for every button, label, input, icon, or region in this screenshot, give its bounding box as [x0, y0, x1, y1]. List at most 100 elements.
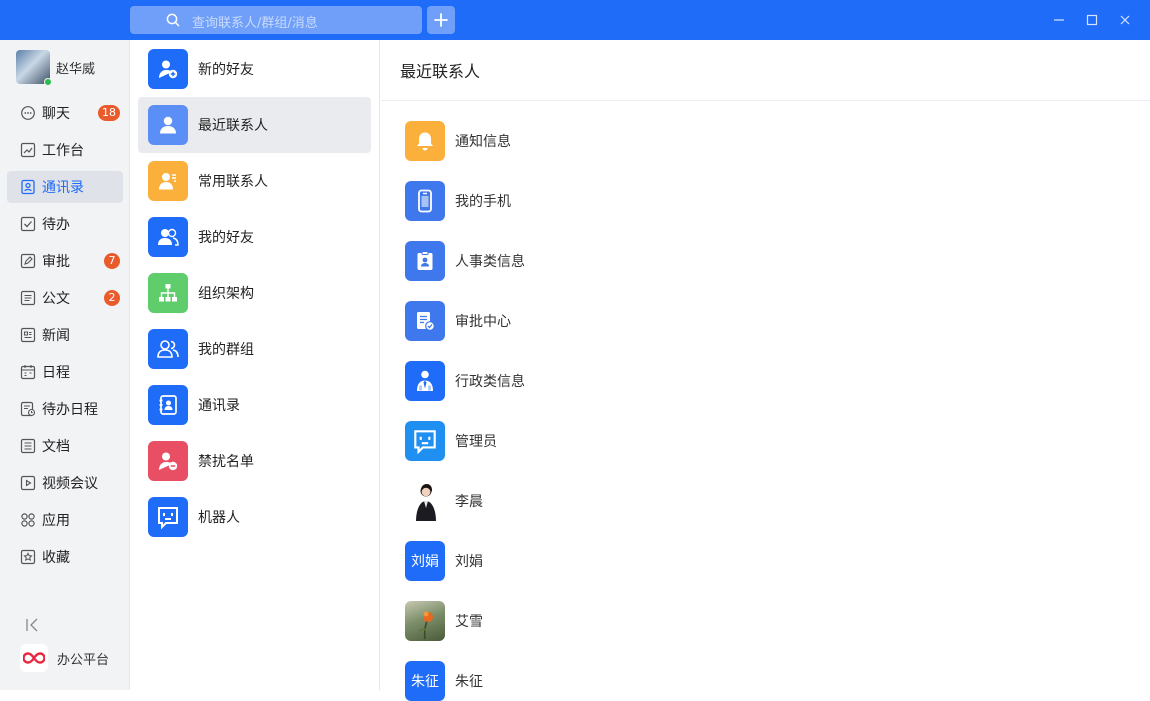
- sidebar-item-label: 通讯录: [42, 180, 84, 196]
- contact-name: 刘娟: [455, 554, 483, 570]
- menu-item-label: 新的好友: [198, 62, 254, 78]
- contacts-icon: [21, 179, 35, 195]
- sidebar-item-label: 待办: [42, 217, 70, 233]
- sidebar-item-document[interactable]: 公文 2: [7, 282, 123, 314]
- menu-item-new-friends[interactable]: 新的好友: [138, 41, 371, 97]
- user-name: 赵华威: [56, 61, 96, 77]
- contact-name: 朱征: [455, 674, 483, 690]
- menu-item-label: 最近联系人: [198, 118, 268, 134]
- sidebar-item-calendar[interactable]: 日程: [7, 356, 123, 388]
- search-placeholder: 查询联系人/群组/消息: [192, 16, 318, 31]
- menu-item-label: 通讯录: [198, 398, 240, 414]
- contact-item-liu-juan[interactable]: 刘娟 刘娟: [405, 541, 483, 581]
- contacts-menu: 新的好友 最近联系人 常用联系人 我的好友 组织架构 我的群组 通讯录 禁扰名单…: [130, 40, 380, 690]
- avatar-text: 刘娟: [411, 554, 439, 570]
- sidebar-item-label: 工作台: [42, 143, 84, 159]
- office-platform-button[interactable]: 办公平台: [20, 644, 109, 672]
- robot-icon: [405, 421, 445, 461]
- sidebar-item-label: 文档: [42, 439, 70, 455]
- sidebar-item-docs[interactable]: 文档: [7, 430, 123, 462]
- sidebar-item-apps[interactable]: 应用: [7, 504, 123, 536]
- blocked-icon: [148, 441, 188, 481]
- sidebar-item-label: 审批: [42, 254, 70, 270]
- sidebar-item-label: 应用: [42, 513, 70, 529]
- recent-contacts-panel: 最近联系人 通知信息 我的手机 人事类信息 审批中心 行政类信息 管理员 李晨 …: [381, 40, 1150, 701]
- menu-item-label: 机器人: [198, 510, 240, 526]
- sidebar-item-label: 聊天: [42, 106, 70, 122]
- contact-name: 通知信息: [455, 134, 511, 150]
- sidebar-item-news[interactable]: 新闻: [7, 319, 123, 351]
- contact-item-hr-info[interactable]: 人事类信息: [405, 241, 525, 281]
- contact-item-zhu-zheng[interactable]: 朱征 朱征: [405, 661, 483, 701]
- search-input[interactable]: 查询联系人/群组/消息: [130, 6, 422, 34]
- favorites-icon: [20, 549, 36, 565]
- recent-contact-icon: [148, 105, 188, 145]
- user-profile[interactable]: 赵华威: [16, 50, 96, 86]
- menu-item-blocked-list[interactable]: 禁扰名单: [138, 433, 371, 489]
- sidebar-item-todo-schedule[interactable]: 待办日程: [7, 393, 123, 425]
- sidebar-nav: 聊天 18 工作台 通讯录 待办 审批 7 公文 2 新闻 日程 待办日程 文档…: [7, 97, 123, 578]
- sidebar-item-approval[interactable]: 审批 7: [7, 245, 123, 277]
- document-icon: [20, 290, 36, 306]
- unread-badge: 18: [98, 105, 120, 121]
- menu-item-robot[interactable]: 机器人: [138, 489, 371, 545]
- sidebar-item-label: 视频会议: [42, 476, 98, 492]
- search-icon: [166, 13, 180, 27]
- online-status-dot: [44, 78, 52, 86]
- apps-icon: [21, 513, 35, 527]
- contact-item-ai-xue[interactable]: 艾雪: [405, 601, 483, 641]
- menu-item-frequent-contacts[interactable]: 常用联系人: [138, 153, 371, 209]
- contact-item-administrator[interactable]: 管理员: [405, 421, 497, 461]
- docs-icon: [20, 438, 36, 454]
- approval-icon: [20, 253, 36, 269]
- avatar: 刘娟: [405, 541, 445, 581]
- contact-name: 行政类信息: [455, 374, 525, 390]
- panel-title: 最近联系人: [381, 40, 1150, 101]
- sidebar-item-label: 收藏: [42, 550, 70, 566]
- contact-item-my-phone[interactable]: 我的手机: [405, 181, 511, 221]
- sidebar-item-workbench[interactable]: 工作台: [7, 134, 123, 166]
- maximize-button[interactable]: [1082, 10, 1102, 30]
- address-book-icon: [148, 385, 188, 425]
- contact-name: 艾雪: [455, 614, 483, 630]
- contact-item-li-chen[interactable]: 李晨: [405, 481, 483, 521]
- add-button[interactable]: [427, 6, 455, 34]
- bell-icon: [405, 121, 445, 161]
- close-button[interactable]: [1115, 10, 1135, 30]
- unread-badge: 2: [104, 290, 120, 306]
- contact-item-admin-info[interactable]: 行政类信息: [405, 361, 525, 401]
- menu-item-my-friends[interactable]: 我的好友: [138, 209, 371, 265]
- contact-item-approval-center[interactable]: 审批中心: [405, 301, 511, 341]
- collapse-sidebar-icon[interactable]: [24, 616, 42, 634]
- sidebar-item-video[interactable]: 视频会议: [7, 467, 123, 499]
- minimize-icon: [1054, 19, 1064, 21]
- sidebar-item-favorites[interactable]: 收藏: [7, 541, 123, 573]
- menu-item-recent-contacts[interactable]: 最近联系人: [138, 97, 371, 153]
- avatar-text: 朱征: [411, 674, 439, 690]
- menu-item-label: 常用联系人: [198, 174, 268, 190]
- minimize-button[interactable]: [1049, 10, 1069, 30]
- sidebar-item-label: 新闻: [42, 328, 70, 344]
- sidebar-item-chat[interactable]: 聊天 18: [7, 97, 123, 129]
- add-friend-icon: [148, 49, 188, 89]
- sidebar-item-contacts[interactable]: 通讯录: [7, 171, 123, 203]
- sidebar-item-todo[interactable]: 待办: [7, 208, 123, 240]
- menu-item-my-groups[interactable]: 我的群组: [138, 321, 371, 377]
- maximize-icon: [1086, 14, 1098, 26]
- chat-icon: [21, 106, 35, 120]
- contact-name: 审批中心: [455, 314, 511, 330]
- unread-badge: 7: [104, 253, 120, 269]
- avatar[interactable]: [16, 50, 52, 86]
- close-icon: [1120, 15, 1130, 25]
- contact-item-notifications[interactable]: 通知信息: [405, 121, 511, 161]
- menu-item-org-chart[interactable]: 组织架构: [138, 265, 371, 321]
- infinity-icon: [23, 652, 45, 664]
- contact-name: 我的手机: [455, 194, 511, 210]
- menu-item-address-book[interactable]: 通讯录: [138, 377, 371, 433]
- hr-icon: [405, 241, 445, 281]
- sidebar: 赵华威 聊天 18 工作台 通讯录 待办 审批 7 公文 2 新闻 日程 待办日…: [0, 40, 130, 690]
- menu-item-label: 禁扰名单: [198, 454, 254, 470]
- todo-schedule-icon: [20, 401, 36, 417]
- todo-icon: [20, 216, 36, 232]
- contact-name: 管理员: [455, 434, 497, 450]
